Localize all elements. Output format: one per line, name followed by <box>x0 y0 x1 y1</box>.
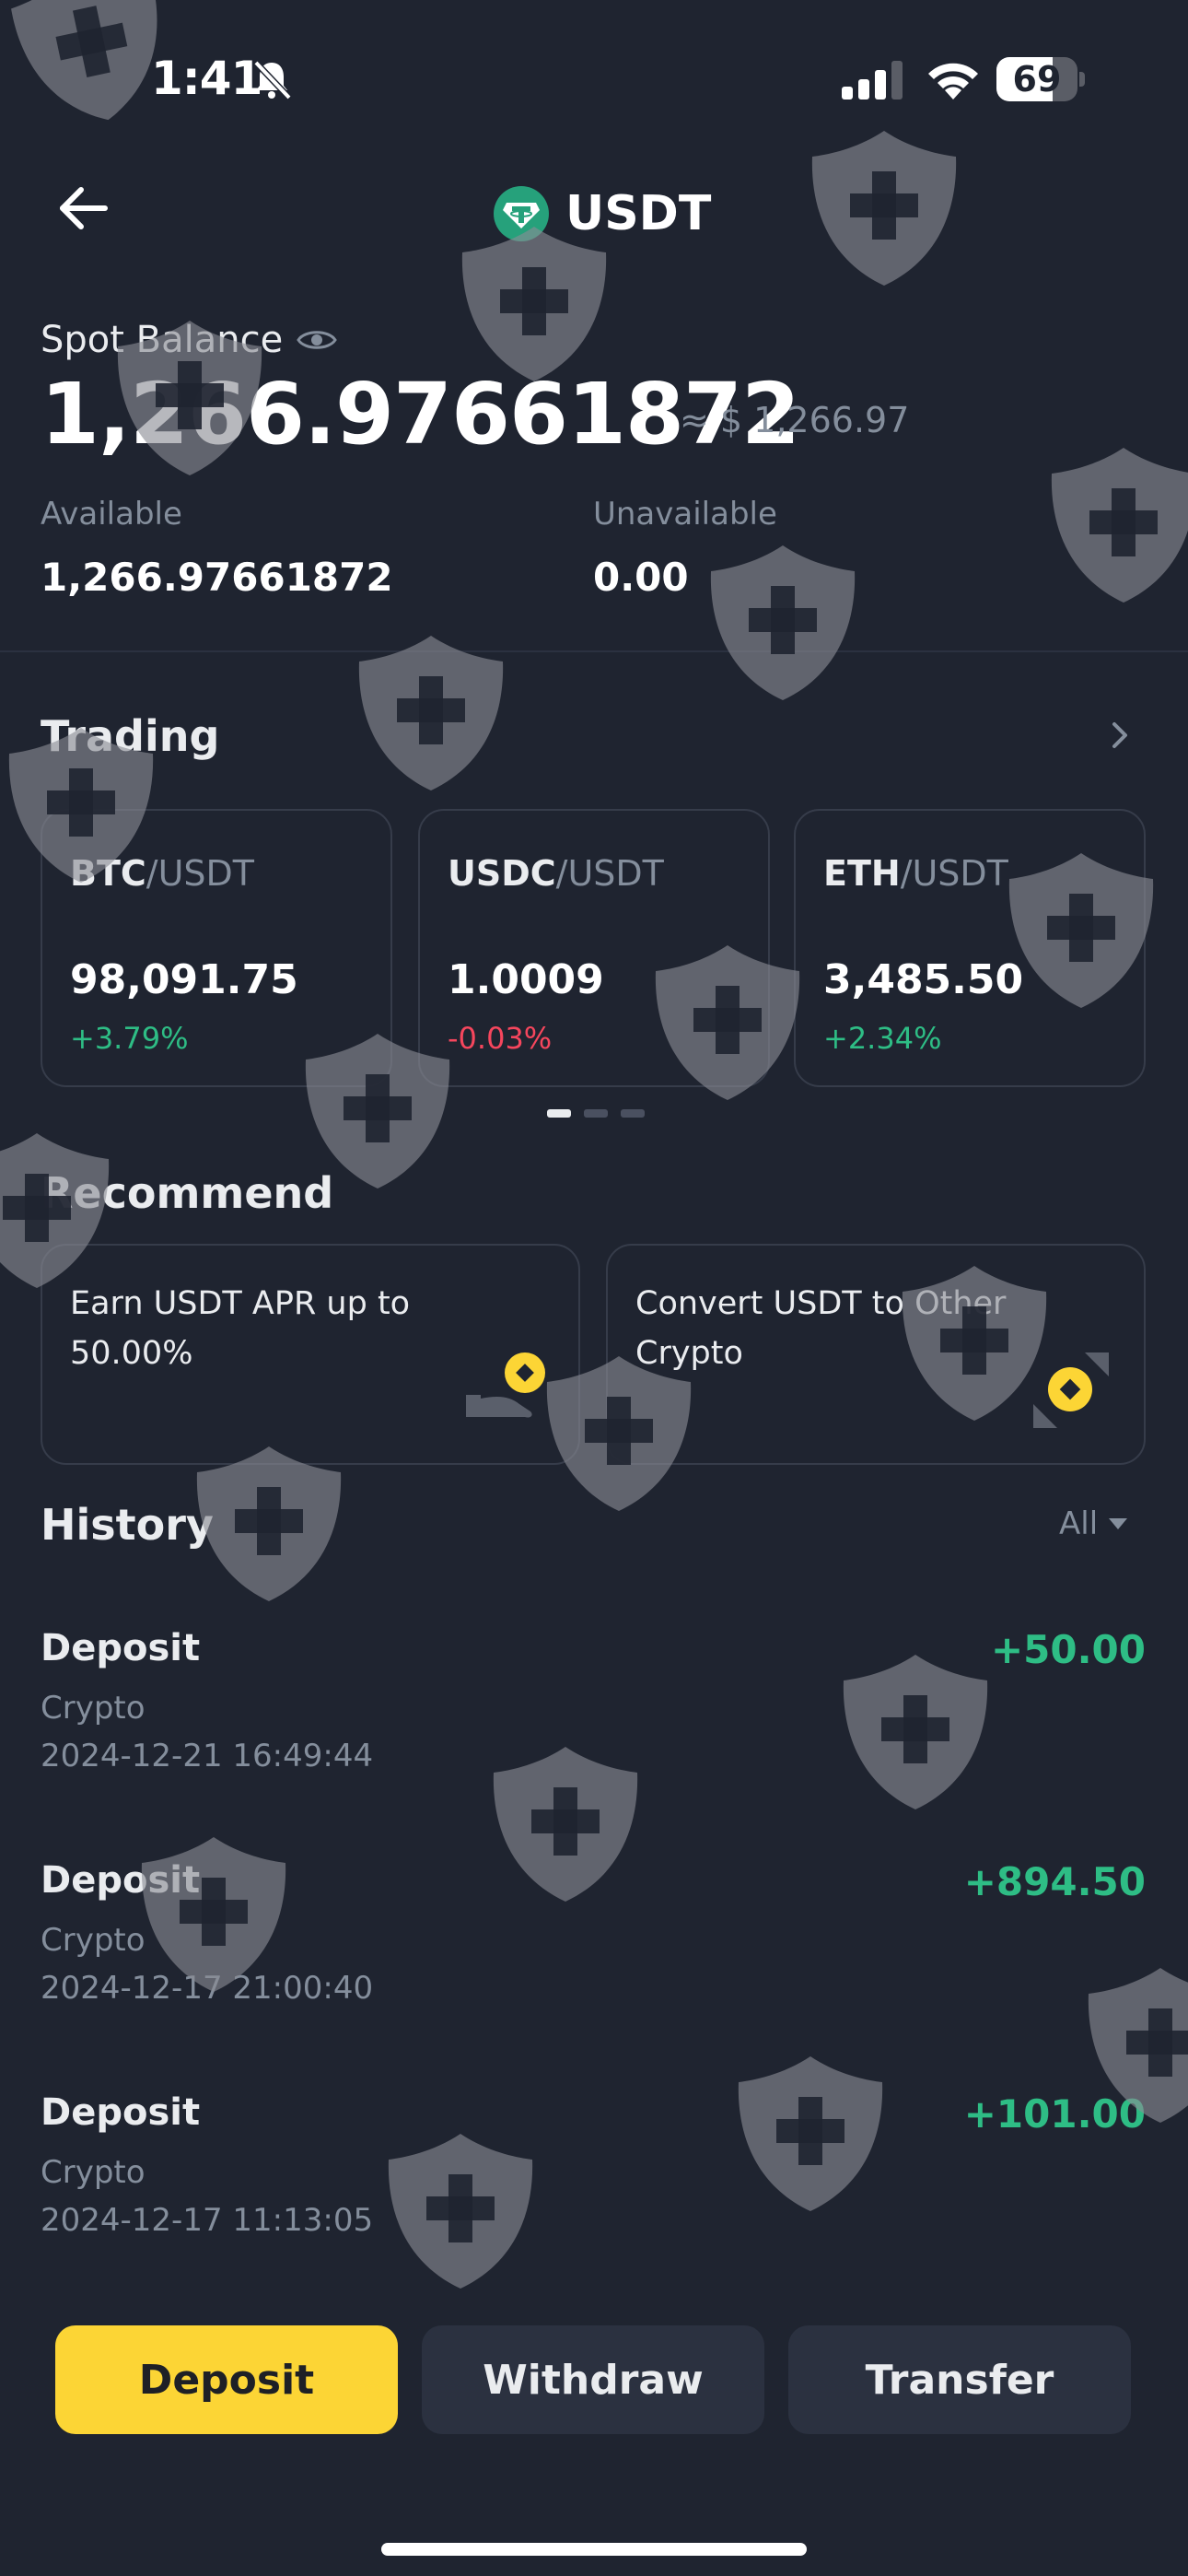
battery-level: 69 <box>1012 59 1062 100</box>
trading-pair-card-btc[interactable]: BTC/USDT 98,091.75 +3.79% <box>41 809 392 1087</box>
convert-icon <box>1033 1352 1109 1428</box>
shield-watermark-icon <box>196 1446 342 1601</box>
history-item-date: 2024-12-17 11:13:05 <box>41 2202 374 2239</box>
unavailable-value: 0.00 <box>593 555 689 600</box>
section-divider <box>0 650 1188 652</box>
unavailable-label: Unavailable <box>593 496 777 533</box>
shield-watermark-icon <box>1051 448 1188 603</box>
history-item-date: 2024-12-17 21:00:40 <box>41 1970 374 2007</box>
battery-indicator: 69 <box>996 57 1085 101</box>
history-item-date: 2024-12-21 16:49:44 <box>41 1738 374 1774</box>
pair-price: 98,091.75 <box>70 956 298 1003</box>
balance-usd-approx: ≈ $ 1,266.97 <box>680 400 910 440</box>
bell-muted-icon <box>253 60 292 100</box>
trading-pair-card-usdc[interactable]: USDC/USDT 1.0009 -0.03% <box>418 809 770 1087</box>
tether-icon <box>494 186 549 241</box>
history-item-amount: +101.00 <box>963 2091 1146 2137</box>
spot-balance-label: Spot Balance <box>41 319 338 361</box>
available-value: 1,266.97661872 <box>41 555 393 600</box>
pair-price: 3,485.50 <box>823 956 1024 1003</box>
earn-coin-icon <box>466 1352 545 1418</box>
home-indicator <box>381 2543 807 2556</box>
eye-icon[interactable] <box>296 326 338 354</box>
pair-change: +3.79% <box>70 1021 189 1056</box>
pair-name: ETH/USDT <box>823 853 1008 894</box>
history-item-type: Deposit <box>41 1627 201 1669</box>
carousel-pagination <box>547 1109 645 1118</box>
wifi-icon <box>928 63 978 100</box>
pair-name: BTC/USDT <box>70 853 254 894</box>
history-item-subtype: Crypto <box>41 1922 146 1959</box>
history-item[interactable]: Deposit Crypto 2024-12-17 11:13:05 +101.… <box>41 2091 1146 2276</box>
back-button[interactable] <box>50 181 123 236</box>
chevron-right-icon[interactable] <box>1101 717 1138 754</box>
history-item-type: Deposit <box>41 1859 201 1902</box>
page-header: USDT <box>494 177 711 251</box>
recommend-card-convert[interactable]: Convert USDT to Other Crypto <box>606 1244 1146 1465</box>
history-item-type: Deposit <box>41 2091 201 2134</box>
pair-change: +2.34% <box>823 1021 942 1056</box>
page-title: USDT <box>565 186 712 241</box>
history-item-amount: +50.00 <box>990 1627 1146 1672</box>
trading-title: Trading <box>41 711 220 761</box>
carousel-dot[interactable] <box>547 1109 571 1118</box>
available-label: Available <box>41 496 182 533</box>
trading-pair-card-eth[interactable]: ETH/USDT 3,485.50 +2.34% <box>794 809 1146 1087</box>
cellular-signal-icon <box>842 61 903 100</box>
shield-watermark-icon <box>710 545 856 700</box>
history-filter-dropdown[interactable]: All <box>1059 1505 1128 1542</box>
history-item-amount: +894.50 <box>963 1859 1146 1904</box>
recommend-title: Recommend <box>41 1168 334 1218</box>
history-item-subtype: Crypto <box>41 2154 146 2191</box>
history-item[interactable]: Deposit Crypto 2024-12-17 21:00:40 +894.… <box>41 1859 1146 2043</box>
shield-watermark-icon <box>811 131 957 286</box>
deposit-button[interactable]: Deposit <box>55 2325 398 2434</box>
pair-change: -0.03% <box>448 1021 553 1056</box>
recommend-card-text: Convert USDT to Other Crypto <box>635 1285 1007 1372</box>
pair-name: USDC/USDT <box>448 853 664 894</box>
spot-balance-text: Spot Balance <box>41 319 284 361</box>
history-title: History <box>41 1500 214 1550</box>
carousel-dot[interactable] <box>584 1109 608 1118</box>
history-item-subtype: Crypto <box>41 1690 146 1727</box>
pair-price: 1.0009 <box>448 956 604 1003</box>
withdraw-button[interactable]: Withdraw <box>422 2325 764 2434</box>
caret-down-icon <box>1109 1518 1128 1529</box>
arrow-left-icon <box>60 187 108 229</box>
recommend-card-earn[interactable]: Earn USDT APR up to 50.00% <box>41 1244 580 1465</box>
shield-watermark-icon <box>358 636 504 790</box>
carousel-dot[interactable] <box>621 1109 645 1118</box>
status-time: 1:41 <box>151 52 262 105</box>
history-item[interactable]: Deposit Crypto 2024-12-21 16:49:44 +50.0… <box>41 1627 1146 1811</box>
history-filter-label: All <box>1059 1505 1099 1542</box>
transfer-button[interactable]: Transfer <box>788 2325 1131 2434</box>
recommend-card-text: Earn USDT APR up to 50.00% <box>70 1285 411 1372</box>
